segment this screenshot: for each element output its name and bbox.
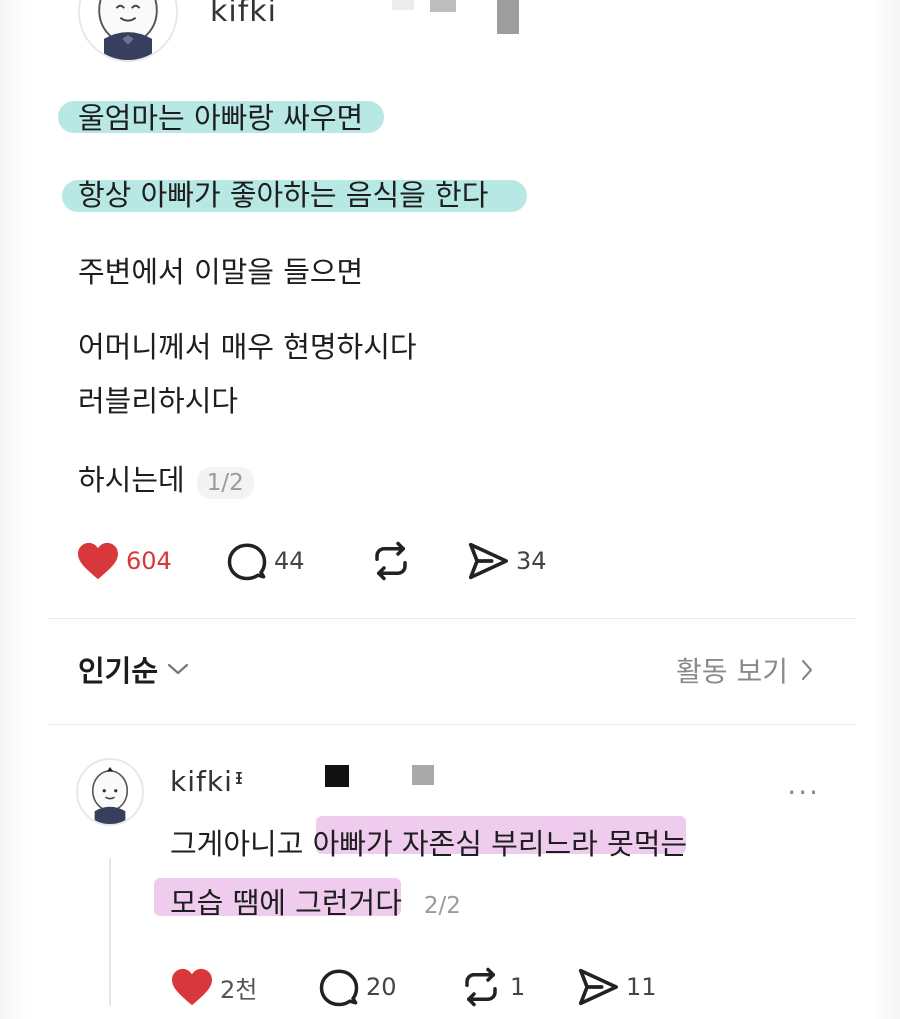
censor-block xyxy=(497,0,519,34)
censor-block xyxy=(430,0,456,12)
egg-character-icon xyxy=(91,767,129,824)
reply-actions: 2천 20 1 11 xyxy=(170,966,676,1008)
divider xyxy=(48,724,856,725)
edge-shade xyxy=(870,0,900,1019)
chevron-down-icon xyxy=(167,663,189,675)
like-count: 2천 xyxy=(220,975,258,1004)
thread-post: kifki 울엄마는 아빠랑 싸우면 항상 아빠가 좋아하는 음식을 한다 주변… xyxy=(0,0,900,1019)
repost-button[interactable] xyxy=(368,540,466,582)
reply-text-line: 모습 땜에 그런거다 xyxy=(170,886,402,920)
censor-block xyxy=(392,0,414,10)
post-text-line: 러블리하시다 xyxy=(78,384,239,418)
share-button[interactable]: 34 xyxy=(466,541,576,581)
share-button[interactable]: 11 xyxy=(576,967,676,1007)
censor-block xyxy=(412,765,434,785)
comment-button[interactable]: 20 xyxy=(318,966,458,1008)
comment-button[interactable]: 44 xyxy=(226,540,368,582)
reply-text-line: 그게아니고 아빠가 자존심 부리느라 못먹는 xyxy=(170,827,688,861)
page-indicator: 1/2 xyxy=(196,467,254,499)
chevron-right-icon xyxy=(801,659,813,681)
reply-username-text: kifki xyxy=(170,765,233,798)
post-username[interactable]: kifki xyxy=(210,0,277,29)
like-button[interactable]: 2천 xyxy=(170,967,318,1007)
verified-mark: ᵻ xyxy=(234,765,245,790)
page-indicator: 2/2 xyxy=(423,893,461,919)
share-count: 11 xyxy=(626,973,657,1001)
comment-count: 20 xyxy=(366,973,397,1001)
sort-label: 인기순 xyxy=(78,654,159,688)
repost-count: 1 xyxy=(510,973,526,1001)
edge-shade xyxy=(0,0,30,1019)
post-text-line: 하시는데 xyxy=(78,463,185,497)
send-icon xyxy=(578,968,618,1006)
censor-block xyxy=(325,765,349,787)
like-button[interactable]: 604 xyxy=(76,541,226,581)
reply-avatar[interactable] xyxy=(76,758,144,826)
thread-connector xyxy=(109,858,111,1006)
comment-count: 44 xyxy=(274,547,305,575)
post-text-line: 항상 아빠가 좋아하는 음식을 한다 xyxy=(78,178,489,212)
more-options-button[interactable]: ... xyxy=(787,768,820,801)
comment-bubble-icon xyxy=(319,969,359,1007)
post-text-line: 울엄마는 아빠랑 싸우면 xyxy=(78,101,364,135)
view-activity-link[interactable]: 활동 보기 xyxy=(676,650,814,690)
repost-icon xyxy=(375,541,407,581)
heart-icon xyxy=(172,968,212,1006)
heart-icon xyxy=(78,542,118,580)
post-text-line: 주변에서 이말을 들으면 xyxy=(78,255,364,289)
repost-button[interactable]: 1 xyxy=(458,966,576,1008)
avatar[interactable] xyxy=(78,0,178,62)
send-icon xyxy=(468,542,508,580)
reply-username[interactable]: kifkiᵻ xyxy=(170,765,244,798)
view-activity-label: 활동 보기 xyxy=(676,655,788,688)
post-actions: 604 44 34 xyxy=(76,540,576,582)
sort-dropdown[interactable]: 인기순 xyxy=(78,648,190,690)
post-text-line: 어머니께서 매우 현명하시다 xyxy=(78,330,417,364)
comment-bubble-icon xyxy=(227,543,267,581)
like-count: 604 xyxy=(126,547,172,575)
share-count: 34 xyxy=(516,547,547,575)
divider xyxy=(48,618,856,619)
repost-icon xyxy=(465,967,497,1007)
egg-character-icon xyxy=(98,0,158,60)
